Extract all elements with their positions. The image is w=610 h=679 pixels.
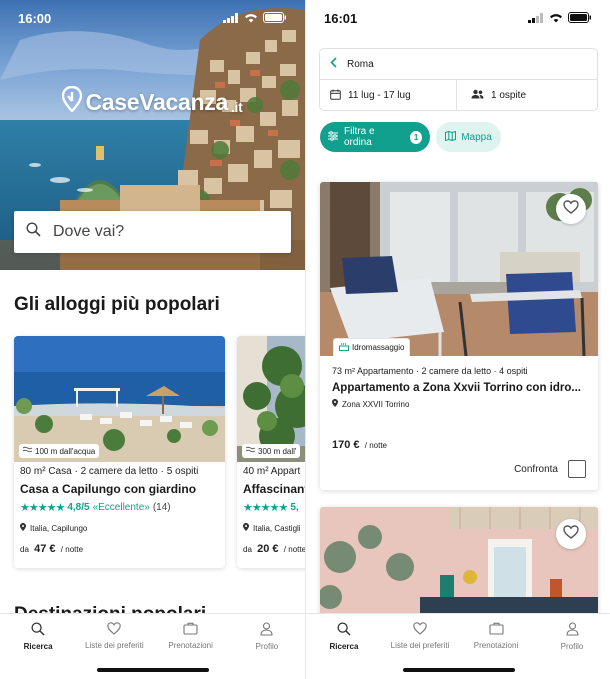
wifi-icon	[244, 11, 258, 26]
battery-icon	[568, 11, 592, 26]
destination-search-input[interactable]: Dove vai?	[14, 211, 291, 253]
popular-section-title: Gli alloggi più popolari	[14, 294, 220, 315]
property-location: Italia, Capilungo	[20, 523, 219, 533]
map-pin-icon	[20, 523, 26, 533]
home-screen: 16:00 CaseVacanza .it Dove vai? Gli allog…	[0, 0, 305, 679]
listing-price: 170 € / notte	[332, 439, 388, 451]
home-indicator[interactable]	[403, 668, 515, 672]
compare-label: Confronta	[514, 463, 558, 475]
heart-icon	[563, 524, 579, 544]
location-pin-icon	[62, 85, 83, 118]
suitcase-icon	[183, 622, 198, 637]
guests-value: 1 ospite	[491, 90, 527, 101]
tab-search[interactable]: Ricerca	[306, 622, 382, 679]
map-pin-icon	[332, 399, 338, 409]
heart-icon	[563, 199, 579, 219]
back-chevron-icon[interactable]	[330, 57, 337, 71]
property-name: Casa a Capilungo con giardino	[20, 482, 197, 496]
property-card[interactable]: 100 m dall'acqua 80 m² Casa · 2 camere d…	[14, 336, 225, 568]
dates-value: 11 lug - 17 lug	[348, 90, 411, 101]
home-indicator[interactable]	[97, 668, 209, 672]
listing-card[interactable]: Idromassaggio 73 m² Appartamento · 2 cam…	[320, 182, 598, 490]
filter-sort-button[interactable]: Filtra e ordina 1	[320, 122, 430, 152]
search-icon	[26, 222, 41, 242]
filter-count-badge: 1	[410, 130, 422, 144]
filter-label: Filtra e ordina	[344, 126, 375, 148]
property-price: da 47 € / notte	[20, 543, 84, 555]
map-button[interactable]: Mappa	[436, 122, 501, 152]
listing-location: Zona XXVII Torrino	[332, 399, 586, 409]
listing-photo: Idromassaggio	[320, 182, 598, 356]
star-rating-icon: ★★★★★	[20, 502, 65, 514]
wifi-icon	[549, 11, 563, 26]
user-icon	[565, 622, 579, 638]
calendar-icon	[330, 89, 341, 103]
suitcase-icon	[488, 622, 504, 637]
property-location: Italia, Castigli	[243, 523, 305, 533]
dates-field[interactable]: 11 lug - 17 lug	[320, 80, 456, 111]
status-bar: 16:00	[0, 0, 305, 36]
property-specs: 80 m² Casa · 2 camere da letto · 5 ospit…	[20, 466, 199, 477]
listing-card[interactable]	[320, 507, 598, 617]
map-icon	[445, 130, 457, 144]
property-rating: ★★★★★ 5,	[243, 502, 299, 514]
brand-name: CaseVacanza	[85, 88, 228, 115]
user-icon	[260, 622, 273, 638]
heart-icon	[107, 622, 122, 637]
search-placeholder: Dove vai?	[53, 223, 125, 240]
brand-logo: CaseVacanza .it	[0, 85, 305, 118]
listing-specs: 73 m² Appartamento · 2 camere da letto ·…	[332, 366, 528, 376]
distance-badge: 100 m dall'acqua	[19, 444, 100, 458]
property-name: Affascinant	[243, 482, 305, 496]
distance-badge: 300 m dall'	[242, 444, 301, 458]
hot-tub-icon	[339, 342, 349, 353]
status-bar: 16:01	[306, 0, 610, 36]
favorite-button[interactable]	[556, 519, 586, 549]
signal-icon	[528, 11, 544, 26]
compare-checkbox[interactable]	[568, 460, 586, 478]
star-rating-icon: ★★★★★	[243, 502, 288, 514]
tab-profile[interactable]: Profilo	[534, 622, 610, 679]
property-card[interactable]: 300 m dall' 40 m² Appart Affascinant ★★★…	[237, 336, 305, 568]
clock: 16:01	[324, 10, 358, 26]
tab-search[interactable]: Ricerca	[0, 622, 76, 679]
property-price: da 20 € / notte	[243, 543, 305, 555]
property-rating: ★★★★★ 4,8/5 «Eccellente» (14)	[20, 502, 171, 514]
water-icon	[245, 446, 256, 456]
water-icon	[22, 446, 33, 456]
property-photo: 300 m dall'	[237, 336, 305, 462]
destination-field[interactable]: Roma	[320, 49, 597, 80]
battery-icon	[263, 11, 287, 26]
sliders-icon	[328, 130, 338, 144]
compare-toggle[interactable]: Confronta	[514, 460, 586, 478]
signal-icon	[223, 11, 239, 26]
favorite-button[interactable]	[556, 194, 586, 224]
search-icon	[31, 622, 45, 638]
map-pin-icon	[243, 523, 249, 533]
destination-value: Roma	[347, 58, 374, 70]
listing-photo	[320, 507, 598, 617]
search-icon	[337, 622, 351, 638]
map-label: Mappa	[461, 131, 492, 143]
amenity-badge: Idromassaggio	[333, 338, 411, 356]
guests-field[interactable]: 1 ospite	[456, 80, 597, 111]
brand-tld: .it	[230, 99, 243, 115]
search-summary-panel: Roma 11 lug - 17 lug 1 ospite	[319, 48, 598, 111]
property-specs: 40 m² Appart	[243, 466, 301, 477]
guests-icon	[471, 89, 484, 102]
listing-title: Appartamento a Zona Xxvii Torrino con id…	[332, 382, 581, 394]
tab-profile[interactable]: Profilo	[229, 622, 305, 679]
clock: 16:00	[18, 10, 52, 26]
results-screen: 16:01 Roma 11 lug - 17 lug 1 ospite Filt…	[305, 0, 610, 679]
property-photo: 100 m dall'acqua	[14, 336, 225, 462]
heart-icon	[413, 622, 427, 637]
